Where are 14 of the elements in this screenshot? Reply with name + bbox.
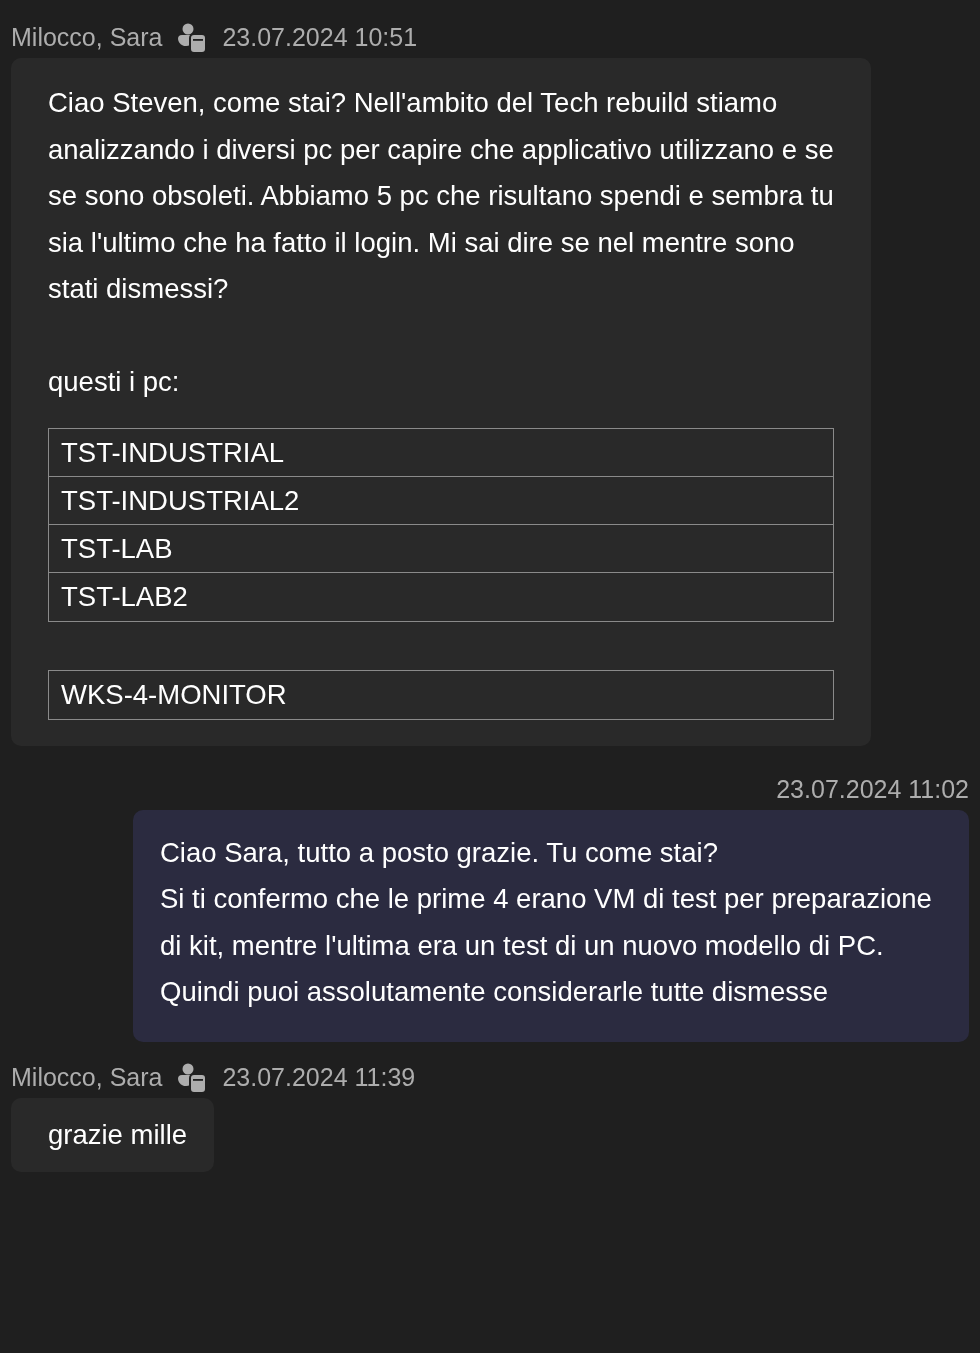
timestamp: 23.07.2024 10:51 xyxy=(222,22,418,54)
message-text: Ciao Sara, tutto a posto grazie. Tu come stai? Si ti confermo che le prime 4 erano VM di test per preparazione di kit, mentre l'ultima era un test di un nuovo modello di PC. Quindi puoi assolutamente considerarle tutte dismesse xyxy=(160,835,933,1009)
sender-name: Milocco, Sara xyxy=(11,22,163,54)
table-cell-text: TST-LAB2 xyxy=(60,579,189,614)
timestamp: 23.07.2024 11:39 xyxy=(222,1061,416,1093)
table-cell: TST-INDUSTRIAL xyxy=(49,428,833,477)
table-cell: TST-LAB xyxy=(49,524,833,573)
table-cell-text: WKS-4-MONITOR xyxy=(60,677,288,712)
message-text: questi i pc: xyxy=(48,365,181,399)
message-text: Ciao Steven, come stai? Nell'ambito del Tech rebuild stiamo analizzando i diversi pc per capire che applicativo utilizzano e se se sono obsoleti. Abbiamo 5 pc che risultano spendi e sembra tu sia l'ultimo che ha fatto il login. Mi sai dire se nel mentre sono stati dismessi? xyxy=(48,86,834,306)
table-cell: TST-INDUSTRIAL2 xyxy=(49,476,833,525)
message-text: grazie mille xyxy=(48,1117,188,1152)
timestamp: 23.07.2024 11:02 xyxy=(776,773,969,805)
sender-name: Milocco, Sara xyxy=(11,1061,163,1093)
